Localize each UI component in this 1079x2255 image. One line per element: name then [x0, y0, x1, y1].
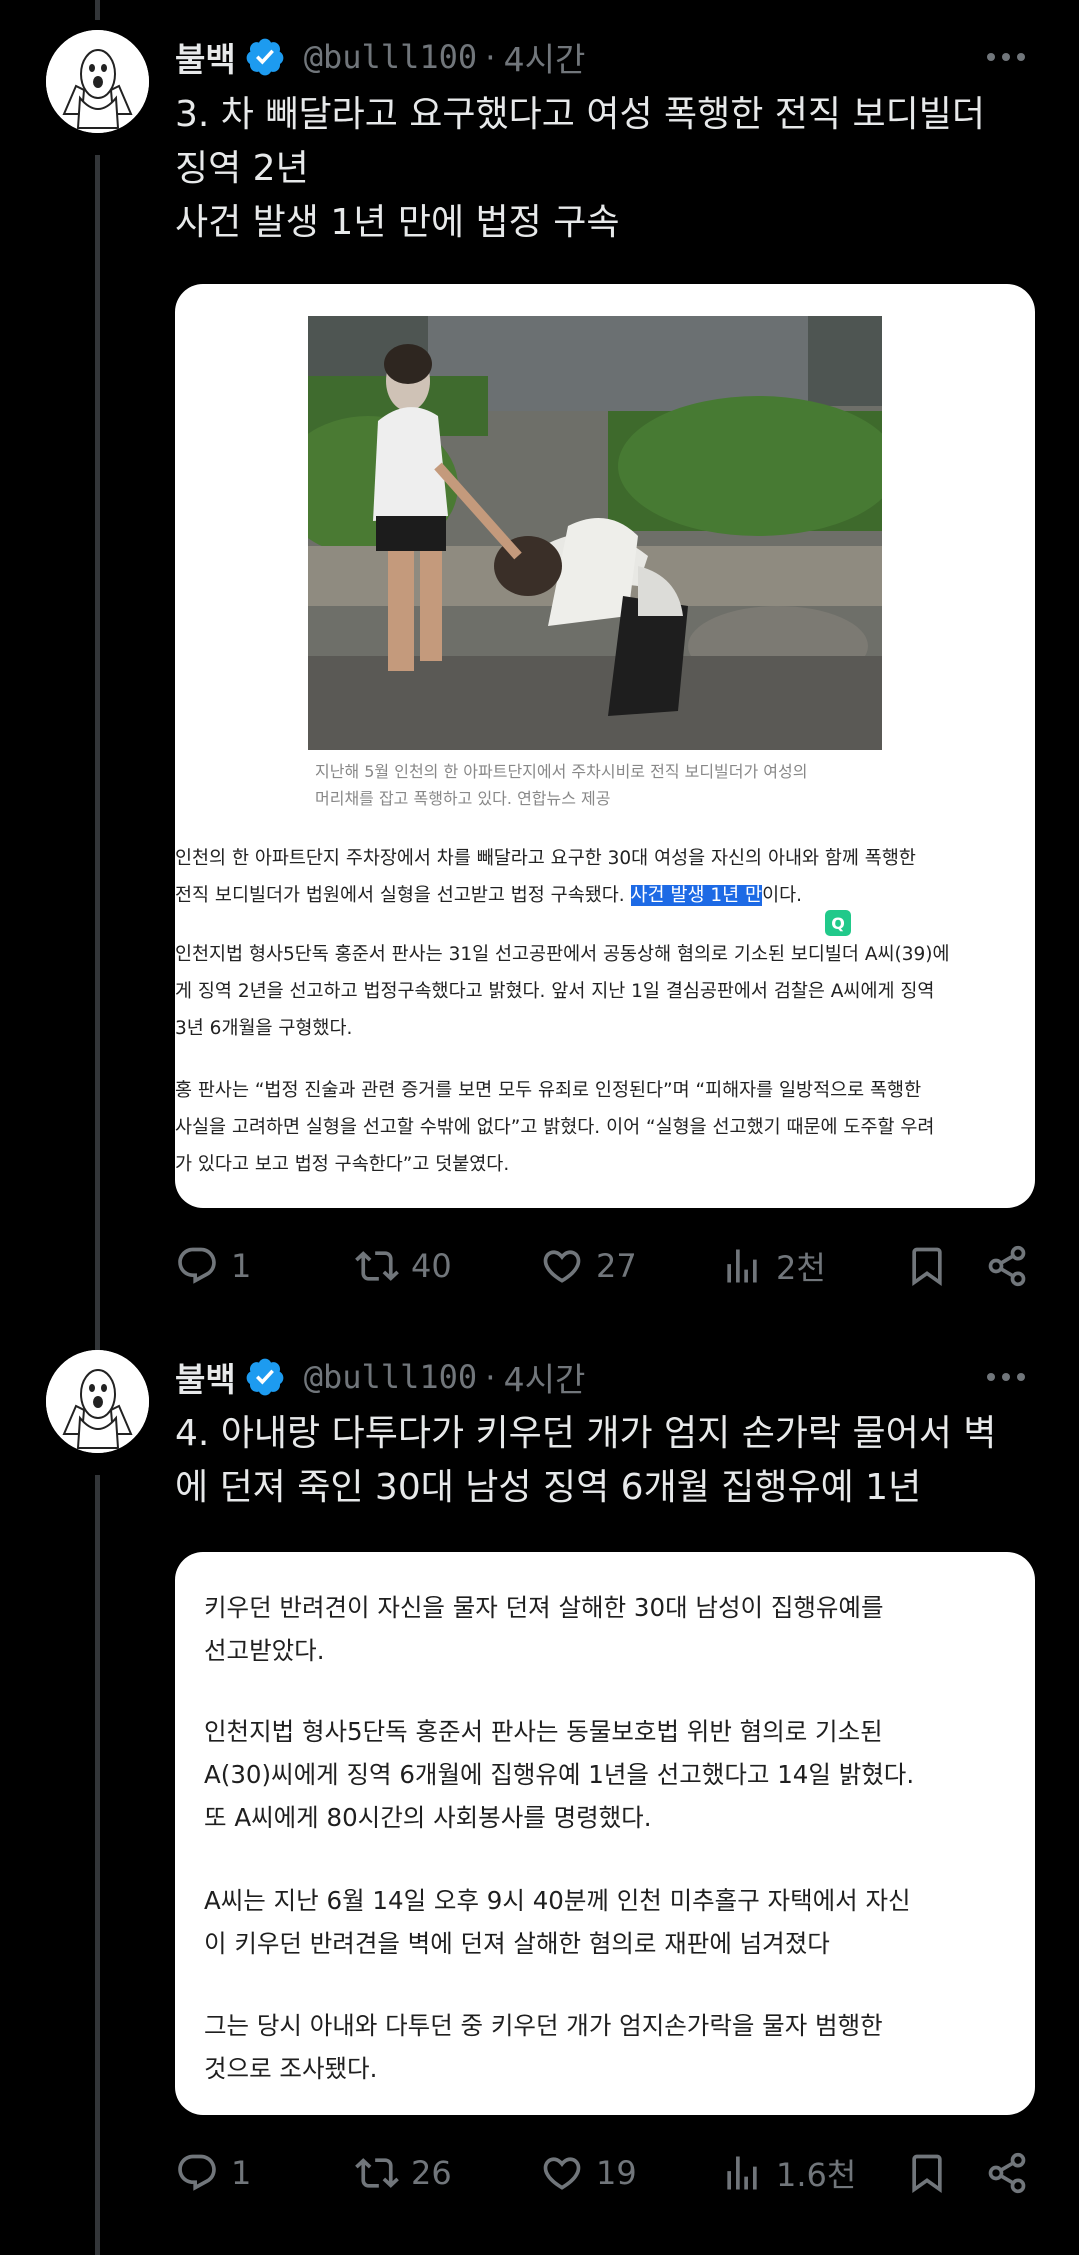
highlighted-text: 사건 발생 1년 만 [630, 885, 763, 906]
share-button[interactable] [985, 1236, 1029, 1296]
retweet-button[interactable]: 26 [355, 2143, 452, 2203]
article-line: 전직 보디빌더가 법원에서 실형을 선고받고 법정 구속됐다. 사건 발생 1년… [175, 877, 1035, 914]
like-icon [543, 1250, 581, 1283]
tweet-text: 4. 아내랑 다투다가 키우던 개가 엄지 손가락 물어서 벽 에 던져 죽인 … [175, 1407, 1035, 1515]
card-paragraph-4: 그는 당시 아내와 다투던 중 키우던 개가 엄지손가락을 물자 범행한 것으로… [204, 2004, 1004, 2090]
card-paragraph-3: A씨는 지난 6월 14일 오후 9시 40분께 인천 미추홀구 자택에서 자신… [204, 1879, 1004, 1965]
like-icon [543, 2157, 581, 2190]
author-handle[interactable]: @bulll100 [304, 1358, 477, 1396]
bookmark-icon [912, 2154, 942, 2194]
tweet-header: 불백 @bulll100 · 4시간 [175, 1352, 585, 1402]
text-card[interactable]: 키우던 반려견이 자신을 물자 던져 살해한 30대 남성이 집행유예를 선고받… [175, 1552, 1035, 2115]
separator: · [485, 37, 496, 77]
reply-button[interactable]: 1 [175, 2143, 251, 2203]
article-line: 3년 6개월을 구형했다. [175, 1018, 353, 1039]
card-line: 것으로 조사됐다. [204, 2054, 378, 2083]
tweet-text-line: 징역 2년 [175, 148, 309, 189]
card-line: A(30)씨에게 징역 6개월에 집행유예 1년을 선고했다고 14일 밝혔다. [204, 1760, 915, 1789]
card-line: 또 A씨에게 80시간의 사회봉사를 명령했다. [204, 1803, 652, 1832]
tweet-actions: 1 26 19 1.6천 [175, 2143, 1045, 2203]
share-button[interactable] [985, 2143, 1029, 2203]
avatar[interactable] [46, 30, 149, 133]
reply-icon [178, 1247, 216, 1284]
retweet-count: 26 [411, 2154, 452, 2192]
article-text: 전직 보디빌더가 법원에서 실형을 선고받고 법정 구속됐다. [175, 885, 631, 906]
more-icon[interactable] [981, 1352, 1031, 1402]
article-text: 이다. [762, 885, 802, 906]
author-name[interactable]: 불백 [175, 1353, 236, 1401]
retweet-count: 40 [411, 1247, 452, 1285]
tweet-header: 불백 @bulll100 · 4시간 [175, 32, 585, 82]
caption-line: 머리채를 잡고 폭행하고 있다. 연합뉴스 제공 [315, 789, 611, 808]
views-icon [727, 1249, 757, 1283]
bookmark-button[interactable] [905, 1236, 949, 1296]
card-line: 그는 당시 아내와 다투던 중 키우던 개가 엄지손가락을 물자 범행한 [204, 2011, 883, 2040]
timeline: 불백 @bulll100 · 4시간 3. 차 빼달라고 요구했다고 여성 폭행… [0, 0, 1079, 2255]
tweet-text-line: 에 던져 죽인 30대 남성 징역 6개월 집행유예 1년 [175, 1467, 922, 1508]
photo-caption: 지난해 5월 인천의 한 아파트단지에서 주차시비로 전직 보디빌더가 여성의 … [315, 758, 895, 812]
separator: · [485, 1357, 496, 1397]
article-paragraph-2: 인천지법 형사5단독 홍준서 판사는 31일 선고공판에서 공동상해 혐의로 기… [175, 936, 1035, 1047]
article-line: 사실을 고려하면 실형을 선고할 수밖에 없다”고 밝혔다. 이어 “실형을 선… [175, 1117, 935, 1138]
like-count: 27 [596, 1247, 637, 1285]
verified-badge-icon [246, 1358, 284, 1396]
avatar[interactable] [46, 1350, 149, 1453]
retweet-icon [355, 1251, 399, 1281]
article-line: 가 있다고 보고 법정 구속한다”고 덧붙였다. [175, 1154, 510, 1175]
verified-badge-icon [246, 38, 284, 76]
timestamp[interactable]: 4시간 [504, 33, 586, 81]
author-handle[interactable]: @bulll100 [304, 38, 477, 76]
reply-count: 1 [231, 2154, 252, 2192]
card-paragraph-1: 키우던 반려견이 자신을 물자 던져 살해한 30대 남성이 집행유예를 선고받… [204, 1586, 1004, 1672]
view-count: 1.6천 [776, 2156, 857, 2194]
author-name[interactable]: 불백 [175, 33, 236, 81]
views-icon [727, 2156, 757, 2190]
news-photo [308, 316, 882, 750]
reply-count: 1 [231, 1247, 252, 1285]
view-count: 2천 [776, 1249, 826, 1287]
tweet-text-line: 사건 발생 1년 만에 법정 구속 [175, 202, 620, 243]
card-paragraph-2: 인천지법 형사5단독 홍준서 판사는 동물보호법 위반 혐의로 기소된 A(30… [204, 1710, 1004, 1839]
caption-line: 지난해 5월 인천의 한 아파트단지에서 주차시비로 전직 보디빌더가 여성의 [315, 762, 808, 781]
article-line: 홍 판사는 “법정 진술과 관련 증거를 보면 모두 유죄로 인정된다”며 “피… [175, 1080, 922, 1101]
media-card[interactable]: 지난해 5월 인천의 한 아파트단지에서 주차시비로 전직 보디빌더가 여성의 … [175, 284, 1035, 1208]
like-button[interactable]: 19 [540, 2143, 637, 2203]
share-icon [988, 1245, 1026, 1287]
timestamp[interactable]: 4시간 [504, 1353, 586, 1401]
tweet-1[interactable]: 불백 @bulll100 · 4시간 3. 차 빼달라고 요구했다고 여성 폭행… [0, 0, 1079, 1330]
more-icon[interactable] [981, 32, 1031, 82]
card-line: A씨는 지난 6월 14일 오후 9시 40분께 인천 미추홀구 자택에서 자신 [204, 1886, 911, 1915]
bookmark-icon [912, 1247, 942, 1287]
bookmark-button[interactable] [905, 2143, 949, 2203]
share-icon [988, 2152, 1026, 2194]
tweet-actions: 1 40 27 2천 [175, 1236, 1045, 1296]
like-count: 19 [596, 2154, 637, 2192]
views-button[interactable]: 1.6천 [720, 2143, 856, 2203]
article-paragraph-1: 인천의 한 아파트단지 주차장에서 차를 빼달라고 요구한 30대 여성을 자신… [175, 840, 1035, 914]
article-paragraph-3: 홍 판사는 “법정 진술과 관련 증거를 보면 모두 유죄로 인정된다”며 “피… [175, 1072, 1035, 1183]
retweet-button[interactable]: 40 [355, 1236, 452, 1296]
article-line: 인천의 한 아파트단지 주차장에서 차를 빼달라고 요구한 30대 여성을 자신… [175, 848, 916, 869]
reply-button[interactable]: 1 [175, 1236, 251, 1296]
card-line: 이 키우던 반려견을 벽에 던져 살해한 혐의로 재판에 넘겨졌다 [204, 1929, 830, 1958]
like-button[interactable]: 27 [540, 1236, 637, 1296]
card-line: 인천지법 형사5단독 홍준서 판사는 동물보호법 위반 혐의로 기소된 [204, 1717, 883, 1746]
retweet-icon [355, 2158, 399, 2188]
article-line: 게 징역 2년을 선고하고 법정구속했다고 밝혔다. 앞서 지난 1일 결심공판… [175, 981, 935, 1002]
card-line: 키우던 반려견이 자신을 물자 던져 살해한 30대 남성이 집행유예를 [204, 1593, 884, 1622]
tweet-text-line: 3. 차 빼달라고 요구했다고 여성 폭행한 전직 보디빌더 [175, 94, 985, 135]
card-line: 선고받았다. [204, 1636, 325, 1665]
article-line: 인천지법 형사5단독 홍준서 판사는 31일 선고공판에서 공동상해 혐의로 기… [175, 944, 950, 965]
reply-icon [178, 2154, 216, 2191]
tweet-text-line: 4. 아내랑 다투다가 키우던 개가 엄지 손가락 물어서 벽 [175, 1413, 997, 1454]
views-button[interactable]: 2천 [720, 1236, 826, 1296]
search-badge-icon: Q [825, 910, 851, 936]
tweet-2[interactable]: 불백 @bulll100 · 4시간 4. 아내랑 다투다가 키우던 개가 엄지… [0, 1320, 1079, 2255]
tweet-text: 3. 차 빼달라고 요구했다고 여성 폭행한 전직 보디빌더 징역 2년 사건 … [175, 88, 1035, 250]
